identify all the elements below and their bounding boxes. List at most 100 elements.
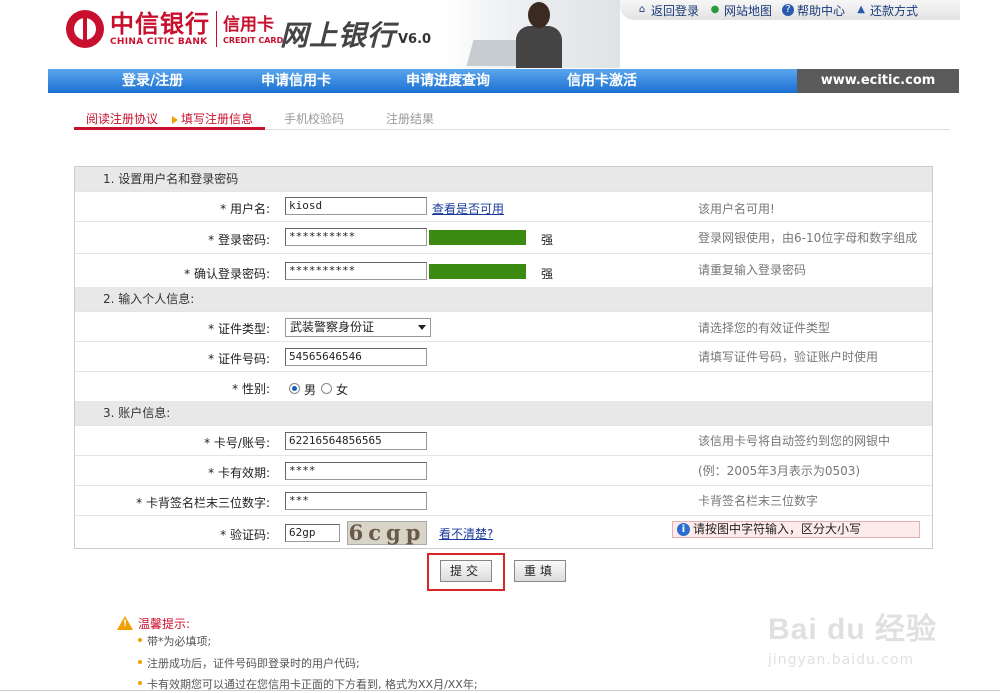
step-label: 填写注册信息 [181, 112, 254, 126]
help-icon: ? [782, 4, 795, 16]
banner-image [440, 0, 620, 68]
row-cvv: * 卡背签名栏末三位数字: *** 卡背签名栏末三位数字 [75, 485, 932, 515]
id-type-hint: 请选择您的有效证件类型 [698, 321, 831, 335]
row-expiry: * 卡有效期: **** (例：2005年3月表示为0503) [75, 455, 932, 485]
password-input[interactable]: ********** [285, 228, 427, 246]
nav-progress-query[interactable]: 申请进度查询 [406, 69, 490, 93]
sitemap-icon: ● [710, 4, 720, 15]
reset-button[interactable]: 重填 [514, 560, 566, 582]
card-cn: 信用卡 [223, 14, 274, 35]
expiry-hint: (例：2005年3月表示为0503) [698, 464, 861, 478]
top-link-sitemap[interactable]: ● 网站地图 [709, 2, 772, 19]
site-url[interactable]: www.ecitic.com [797, 69, 959, 93]
top-link-repay[interactable]: ▲ 还款方式 [855, 2, 918, 19]
confirm-password-input[interactable]: ********** [285, 262, 427, 280]
confirm-password-label: * 确认登录密码: [184, 267, 270, 281]
top-link-label: 还款方式 [870, 3, 919, 18]
section-header-card: 3. 账户信息: [75, 401, 932, 425]
tip-item: 注册成功后，证件号码即登录时的用户代码; [138, 657, 360, 670]
id-number-input[interactable]: 54565646546 [285, 348, 427, 366]
id-type-value: 武装警察身份证 [290, 320, 375, 334]
submit-button[interactable]: 提交 [440, 560, 492, 582]
gender-male-radio[interactable] [289, 383, 300, 394]
bank-logo[interactable]: 中信银行 CHINA CITIC BANK 信用卡 CREDIT CARD [66, 10, 283, 48]
main-nav: 登录/注册 申请信用卡 申请进度查询 信用卡激活 www.ecitic.com [48, 69, 959, 93]
cvv-input[interactable]: *** [285, 492, 427, 510]
step-arrow-icon [172, 115, 178, 124]
captcha-tip-text: 请按图中字符输入，区分大小写 [693, 522, 862, 536]
top-link-label: 帮助中心 [797, 3, 846, 18]
logo-en: CHINA CITIC BANK [110, 37, 208, 47]
password-hint: 登录网银使用，由6-10位字母和数字组成 [698, 231, 918, 245]
row-username: * 用户名: kiosd 查看是否可用 该用户名可用! [75, 191, 932, 221]
card-number-label: * 卡号/账号: [204, 436, 270, 450]
row-id-type: * 证件类型: 武装警察身份证 请选择您的有效证件类型 [75, 311, 932, 341]
logo-cn: 中信银行 [110, 10, 210, 38]
home-icon: ⌂ [638, 4, 646, 15]
citic-logo-icon [66, 10, 104, 48]
password-label: * 登录密码: [208, 233, 270, 247]
top-link-login[interactable]: ⌂ 返回登录 [636, 2, 699, 19]
cvv-hint: 卡背签名栏末三位数字 [698, 494, 819, 508]
section-header-personal: 2. 输入个人信息: [75, 287, 932, 311]
tips-title: 温馨提示: [138, 617, 191, 631]
gender-female-label: 女 [336, 383, 349, 397]
username-hint: 该用户名可用! [698, 202, 775, 216]
cvv-label: * 卡背签名栏末三位数字: [136, 496, 270, 510]
confirm-strength-bar [429, 264, 526, 279]
username-input[interactable]: kiosd [285, 197, 427, 215]
id-type-label: * 证件类型: [208, 322, 270, 336]
nav-card-activation[interactable]: 信用卡激活 [567, 69, 637, 93]
top-link-help[interactable]: ? 帮助中心 [782, 2, 845, 19]
step-result: 注册结果 [386, 112, 435, 126]
step-sms-code: 手机校验码 [284, 112, 345, 126]
warning-icon: ! [117, 616, 133, 630]
gender-male-label: 男 [304, 383, 317, 397]
row-password: * 登录密码: ********** 强 登录网银使用，由6-10位字母和数字组… [75, 221, 932, 253]
id-type-select[interactable]: 武装警察身份证 [285, 318, 431, 337]
repay-icon: ▲ [857, 4, 865, 15]
nav-apply-card[interactable]: 申请信用卡 [261, 69, 331, 93]
captcha-image: 6cgp [347, 520, 427, 545]
version-label: V6.0 [398, 32, 432, 47]
netbank-title: 网上银行 [280, 19, 397, 52]
row-id-number: * 证件号码: 54565646546 请填写证件号码，验证账户时使用 [75, 341, 932, 371]
nav-login-register[interactable]: 登录/注册 [122, 69, 183, 93]
top-links-bar: ⌂ 返回登录 ● 网站地图 ? 帮助中心 ▲ 还款方式 [620, 0, 960, 20]
watermark-sub: jingyan.baidu.com [768, 652, 915, 668]
id-number-label: * 证件号码: [208, 352, 270, 366]
confirm-strength-label: 强 [541, 267, 554, 281]
password-strength-label: 强 [541, 233, 554, 247]
row-confirm-password: * 确认登录密码: ********** 强 请重复输入登录密码 [75, 253, 932, 287]
active-step-underline [74, 127, 265, 130]
step-fill-info[interactable]: 填写注册信息 [172, 110, 253, 127]
card-number-input[interactable]: 62216564856565 [285, 432, 427, 450]
person-body [516, 26, 562, 68]
card-en: CREDIT CARD [223, 35, 284, 45]
logo-divider [216, 11, 217, 47]
registration-form: 1. 设置用户名和登录密码 * 用户名: kiosd 查看是否可用 该用户名可用… [74, 166, 933, 549]
watermark-main: Bai du 经验 [768, 613, 938, 646]
card-number-hint: 该信用卡号将自动签约到您的网银中 [698, 434, 891, 448]
info-icon: i [677, 523, 690, 536]
row-captcha: * 验证码: 62gp 6cgp 看不清楚? i 请按图中字符输入，区分大小写 [75, 515, 932, 549]
captcha-label: * 验证码: [220, 528, 270, 542]
step-read-agreement[interactable]: 阅读注册协议 [86, 110, 158, 127]
captcha-tip: i 请按图中字符输入，区分大小写 [672, 521, 920, 538]
check-availability-link[interactable]: 查看是否可用 [432, 200, 504, 217]
person-head [528, 2, 550, 28]
section-header-account: 1. 设置用户名和登录密码 [75, 167, 932, 191]
row-gender: * 性别: 男 女 [75, 371, 932, 401]
expiry-label: * 卡有效期: [208, 466, 270, 480]
registration-steps: 阅读注册协议 填写注册信息 手机校验码 注册结果 [74, 108, 950, 130]
row-card-number: * 卡号/账号: 62216564856565 该信用卡号将自动签约到您的网银中 [75, 425, 932, 455]
captcha-input[interactable]: 62gp [285, 524, 340, 542]
refresh-captcha-link[interactable]: 看不清楚? [439, 525, 493, 542]
password-strength-bar [429, 230, 526, 245]
gender-female-radio[interactable] [321, 383, 332, 394]
bottom-divider [0, 690, 1000, 691]
laptop-icon [466, 40, 524, 66]
top-link-label: 返回登录 [651, 3, 700, 18]
expiry-input[interactable]: **** [285, 462, 427, 480]
gender-label: * 性别: [232, 382, 270, 396]
